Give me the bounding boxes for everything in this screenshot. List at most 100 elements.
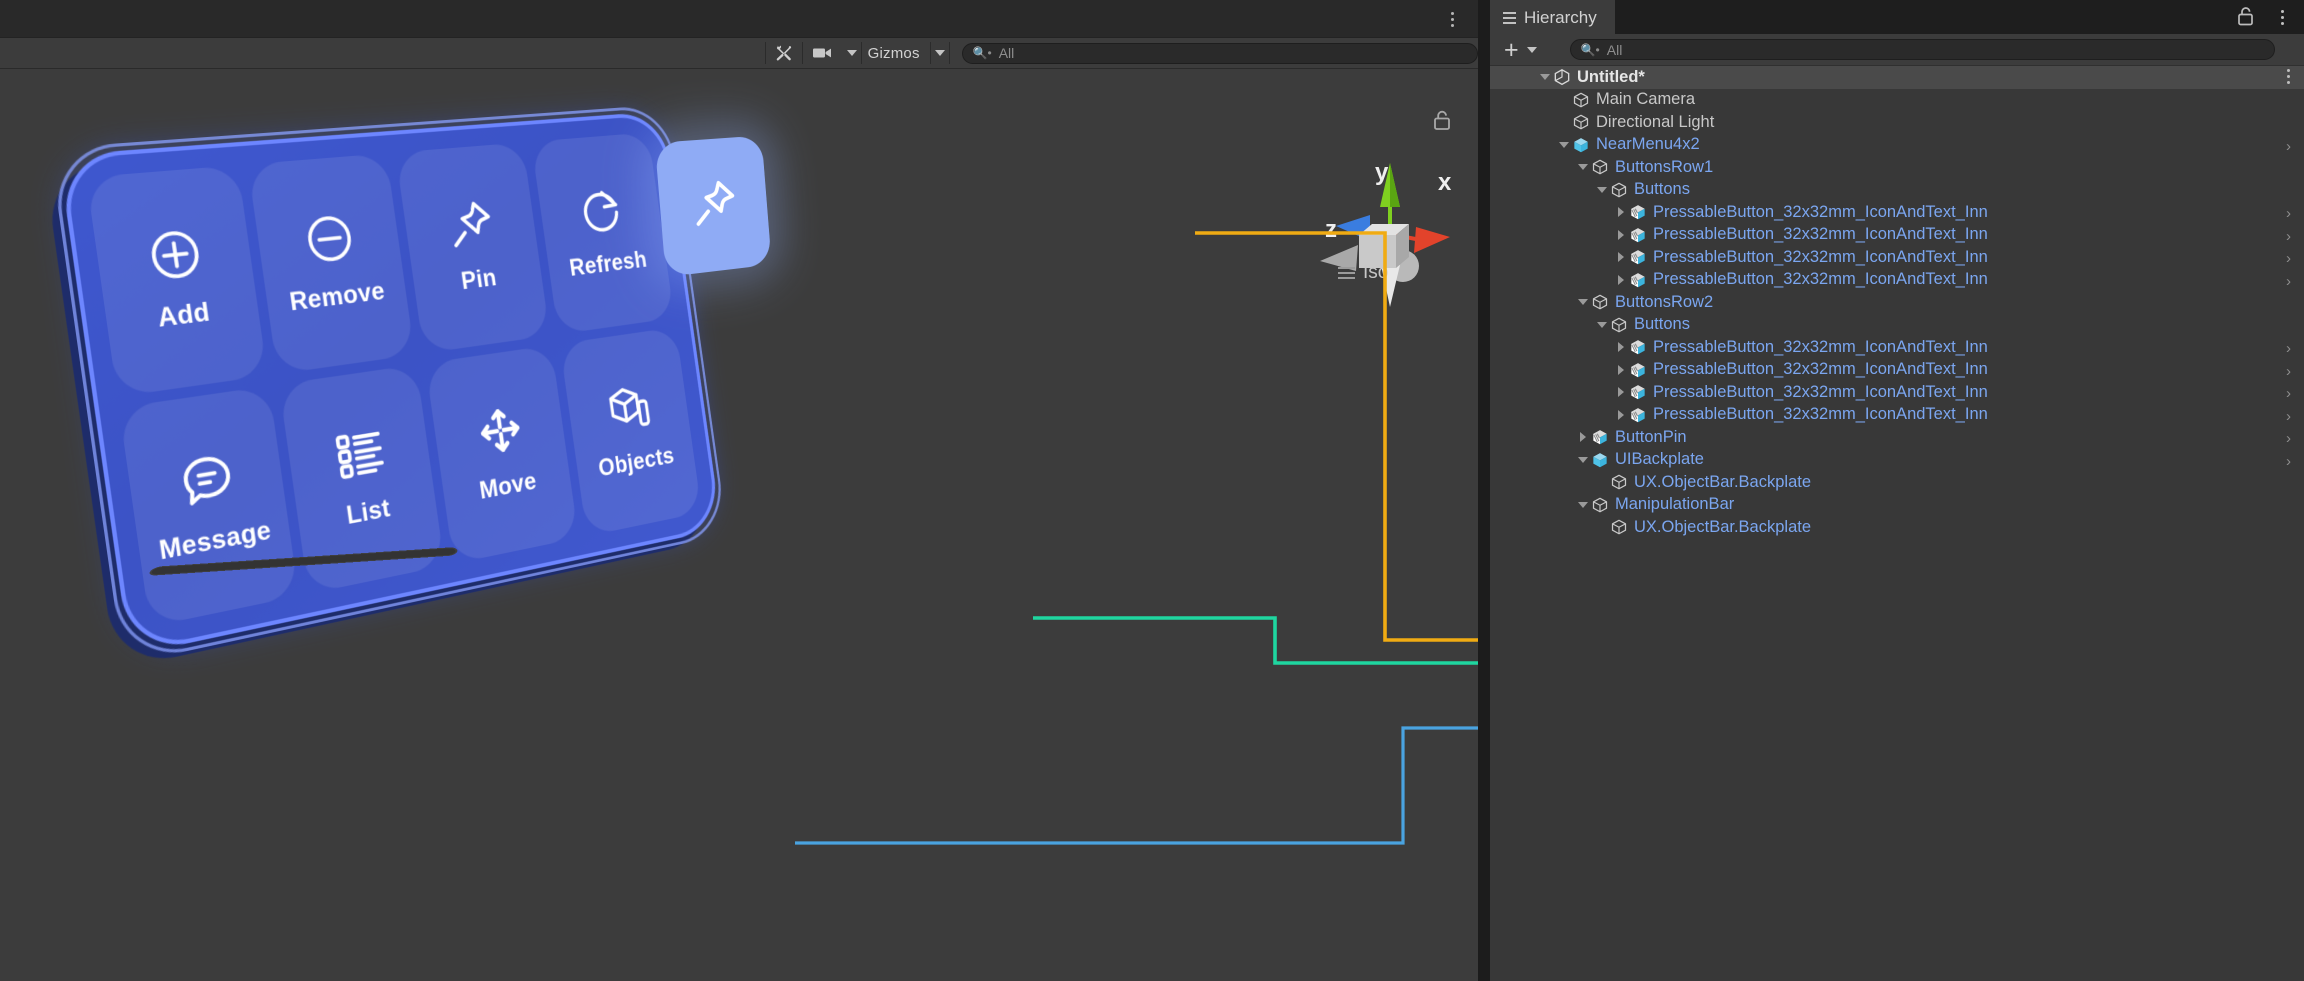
camera-dropdown-chevron-down-icon[interactable] [847,50,857,56]
hierarchy-row[interactable]: PressableButton_32x32mm_IconAndText_Inn › [1490,381,2304,404]
open-prefab-chevron-right-icon[interactable]: › [2286,363,2291,380]
hierarchy-search-input[interactable]: 🔍• All [1570,39,2275,60]
hierarchy-row[interactable]: PressableButton_32x32mm_IconAndText_Inn › [1490,269,2304,292]
gameobject-icon [1591,293,1609,311]
hierarchy-row[interactable]: PressableButton_32x32mm_IconAndText_Inn › [1490,201,2304,224]
scene-search-input[interactable]: 🔍• All [962,43,1478,64]
chevron-down-icon[interactable] [1574,449,1591,471]
hierarchy-row[interactable]: UX.ObjectBar.Backplate [1490,471,2304,494]
create-dropdown-chevron-down-icon[interactable] [1527,47,1537,53]
chevron-down-icon[interactable] [1574,156,1591,178]
tab-hierarchy-label: Hierarchy [1524,8,1597,28]
chevron-right-icon[interactable] [1612,359,1629,381]
message-icon [175,447,239,514]
floating-pin-button[interactable] [655,135,772,277]
gizmos-group[interactable]: Gizmos [862,42,949,64]
chevron-down-icon[interactable] [1536,66,1553,88]
near-menu-button-pin[interactable]: Pin [395,142,550,353]
hierarchy-row[interactable]: ButtonsRow1 [1490,156,2304,179]
gizmo-axis-x-label[interactable]: x [1438,169,1451,197]
open-prefab-chevron-right-icon[interactable]: › [2286,273,2291,290]
open-prefab-chevron-right-icon[interactable]: › [2286,228,2291,245]
chevron-right-icon[interactable] [1612,201,1629,223]
unity-scene-icon [1553,68,1571,86]
open-prefab-chevron-right-icon[interactable]: › [2286,250,2291,267]
tab-hierarchy[interactable]: Hierarchy [1490,0,1615,34]
hierarchy-row[interactable]: NearMenu4x2 › [1490,134,2304,157]
hierarchy-row-label: PressableButton_32x32mm_IconAndText_Inn [1653,203,1988,222]
chevron-right-icon[interactable] [1612,381,1629,403]
near-menu-button-label: Remove [288,277,387,318]
open-prefab-chevron-right-icon[interactable]: › [2286,385,2291,402]
hierarchy-row[interactable]: Buttons [1490,314,2304,337]
chevron-right-icon[interactable] [1612,246,1629,268]
hierarchy-row[interactable]: Directional Light [1490,111,2304,134]
open-prefab-chevron-right-icon[interactable]: › [2286,340,2291,357]
chevron-down-icon[interactable] [1593,314,1610,336]
open-prefab-chevron-right-icon[interactable]: › [2286,205,2291,222]
hierarchy-row[interactable]: PressableButton_32x32mm_IconAndText_Inn › [1490,246,2304,269]
chevron-down-icon[interactable] [1593,179,1610,201]
prefabvariant-icon [1629,203,1647,221]
hierarchy-row[interactable]: Main Camera [1490,89,2304,112]
gizmo-unlock-icon[interactable] [1432,109,1452,131]
near-menu-button-message[interactable]: Message [119,386,299,627]
hierarchy-tree[interactable]: Untitled* Main Camera Directional Light Nea… [1490,66,2304,981]
hierarchy-row[interactable]: ButtonPin › [1490,426,2304,449]
chevron-right-icon[interactable] [1612,224,1629,246]
gameobject-icon [1591,158,1609,176]
scene-orientation-gizmo[interactable]: y x z [1290,129,1478,319]
chevron-down-icon[interactable] [1555,134,1572,156]
chevron-down-icon[interactable] [1574,291,1591,313]
chevron-right-icon[interactable] [1612,336,1629,358]
chevron-down-icon[interactable] [1574,494,1591,516]
hierarchy-row-label: Buttons [1634,180,1690,199]
hierarchy-row[interactable]: Untitled* [1490,66,2304,89]
scene-viewport[interactable]: Add Remove Pin Refresh Message List Move… [0,69,1478,981]
hierarchy-row[interactable]: ButtonsRow2 [1490,291,2304,314]
chevron-right-icon[interactable] [1574,426,1591,448]
prefabvariant-icon [1629,338,1647,356]
chevron-right-icon[interactable] [1612,269,1629,291]
pin-icon [443,196,498,253]
gizmos-dropdown-chevron-down-icon[interactable] [935,50,945,56]
toolbar-divider [930,42,931,64]
gizmos-label[interactable]: Gizmos [862,45,930,62]
scene-projection-toggle[interactable]: Iso [1338,262,1388,284]
hierarchy-row[interactable]: UIBackplate › [1490,449,2304,472]
gizmo-axis-y-label[interactable]: y [1375,159,1388,187]
hierarchy-unlock-icon[interactable] [2236,5,2256,29]
chevron-right-icon[interactable] [1612,404,1629,426]
hierarchy-row[interactable]: ManipulationBar [1490,494,2304,517]
hierarchy-row[interactable]: UX.ObjectBar.Backplate [1490,516,2304,539]
hierarchy-row-label: ButtonsRow2 [1615,293,1713,312]
hierarchy-row[interactable]: PressableButton_32x32mm_IconAndText_Inn › [1490,336,2304,359]
hierarchy-row-label: ManipulationBar [1615,495,1734,514]
open-prefab-chevron-right-icon[interactable]: › [2286,408,2291,425]
hierarchy-overflow-menu-icon[interactable] [2274,4,2290,30]
twisty-spacer [1593,471,1610,493]
tools-icon[interactable] [766,42,802,64]
hierarchy-row[interactable]: PressableButton_32x32mm_IconAndText_Inn › [1490,359,2304,382]
open-prefab-chevron-right-icon[interactable]: › [2286,138,2291,155]
scene-overflow-menu-icon[interactable] [1444,7,1460,31]
toolbar-divider [949,42,950,64]
open-prefab-chevron-right-icon[interactable]: › [2286,453,2291,470]
near-menu-button-add[interactable]: Add [86,165,267,397]
scene-projection-label: Iso [1363,262,1388,284]
gizmo-axis-z-label[interactable]: z [1325,216,1337,244]
hierarchy-panel: Hierarchy + 🔍• All Untitled* Main Camera D… [1490,0,2304,981]
camera-icon[interactable] [803,42,843,64]
hierarchy-row[interactable]: PressableButton_32x32mm_IconAndText_Inn › [1490,224,2304,247]
hierarchy-row[interactable]: Buttons [1490,179,2304,202]
hierarchy-row[interactable]: PressableButton_32x32mm_IconAndText_Inn › [1490,404,2304,427]
scene-row-overflow-menu-icon[interactable] [2287,69,2290,84]
hierarchy-row-label: NearMenu4x2 [1596,135,1700,154]
camera-settings-group[interactable] [803,42,861,64]
near-menu-button-label: List [345,494,392,531]
hierarchy-row-label: Untitled* [1577,68,1645,87]
near-menu-button-move[interactable]: Move [425,345,578,564]
open-prefab-chevron-right-icon[interactable]: › [2286,430,2291,447]
create-gameobject-button[interactable]: + [1490,41,1550,59]
prefabvariant-icon [1629,271,1647,289]
